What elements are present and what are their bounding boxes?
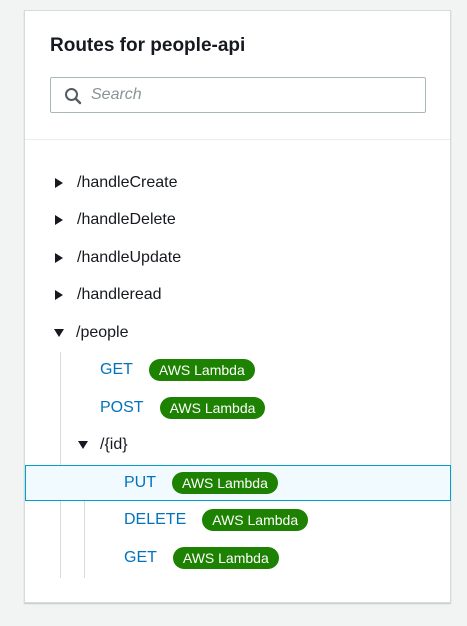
caret-down-icon[interactable]	[78, 441, 88, 449]
caret-down-icon[interactable]	[54, 329, 64, 337]
search-box[interactable]	[50, 77, 426, 113]
integration-badge: AWS Lambda	[202, 509, 309, 531]
method-row-people-post[interactable]: POST AWS Lambda	[100, 389, 266, 427]
method-link-get[interactable]: GET	[100, 361, 133, 379]
page-title: Routes for people-api	[50, 35, 246, 56]
integration-badge: AWS Lambda	[172, 472, 278, 494]
route-path-label[interactable]: /handleCreate	[77, 174, 178, 192]
tree-item-handle-update[interactable]: /handleUpdate	[55, 239, 181, 277]
route-path-label[interactable]: /handleread	[77, 286, 162, 304]
method-link-post[interactable]: POST	[100, 399, 144, 417]
tree-item-people[interactable]: /people	[54, 314, 129, 352]
search-input[interactable]	[91, 78, 411, 112]
integration-badge: AWS Lambda	[172, 547, 279, 569]
route-path-label[interactable]: /handleDelete	[77, 211, 176, 229]
routes-panel: Routes for people-api /handleCreate /han…	[24, 10, 451, 603]
route-path-label[interactable]: /{id}	[100, 436, 128, 454]
caret-right-icon[interactable]	[55, 178, 63, 188]
caret-right-icon[interactable]	[55, 215, 63, 225]
method-row-id-get[interactable]: GET AWS Lambda	[124, 539, 279, 577]
tree-item-handle-delete[interactable]: /handleDelete	[55, 201, 176, 239]
integration-badge: AWS Lambda	[148, 359, 255, 381]
tree-item-handle-create[interactable]: /handleCreate	[55, 164, 178, 202]
method-link-delete[interactable]: DELETE	[124, 511, 186, 529]
tree-item-people-id[interactable]: /{id}	[78, 426, 128, 464]
caret-right-icon[interactable]	[55, 290, 63, 300]
method-row-id-put[interactable]: PUT AWS Lambda	[124, 464, 278, 502]
method-link-put[interactable]: PUT	[124, 474, 156, 492]
routes-panel-header: Routes for people-api	[25, 11, 450, 140]
search-icon	[65, 88, 82, 105]
method-link-get[interactable]: GET	[124, 549, 157, 567]
method-row-people-get[interactable]: GET AWS Lambda	[100, 351, 255, 389]
route-path-label[interactable]: /handleUpdate	[77, 249, 181, 267]
route-path-label[interactable]: /people	[76, 324, 129, 342]
integration-badge: AWS Lambda	[159, 397, 266, 419]
caret-right-icon[interactable]	[55, 253, 63, 263]
method-row-id-delete[interactable]: DELETE AWS Lambda	[124, 501, 309, 539]
tree-item-handleread[interactable]: /handleread	[55, 276, 162, 314]
